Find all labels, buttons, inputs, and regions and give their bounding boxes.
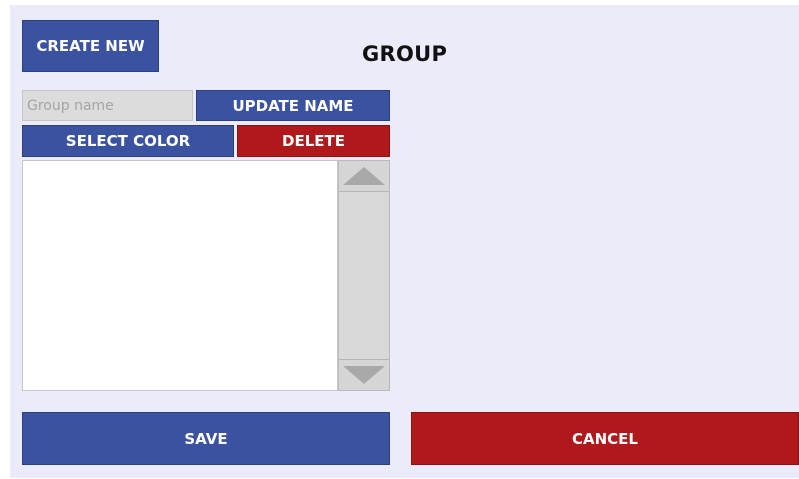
save-button[interactable]: SAVE xyxy=(22,412,390,465)
scroll-up-button[interactable] xyxy=(339,161,389,192)
triangle-up-icon xyxy=(343,167,385,185)
update-name-button[interactable]: UPDATE NAME xyxy=(196,90,390,121)
list-scrollbar[interactable] xyxy=(338,160,390,391)
select-color-button[interactable]: SELECT COLOR xyxy=(22,125,234,157)
create-new-button[interactable]: CREATE NEW xyxy=(22,20,159,72)
scroll-down-button[interactable] xyxy=(339,359,389,390)
triangle-down-icon xyxy=(343,366,385,384)
group-name-input[interactable] xyxy=(22,90,193,121)
page-title: GROUP xyxy=(362,42,448,66)
group-list[interactable] xyxy=(22,160,338,391)
delete-button[interactable]: DELETE xyxy=(237,125,390,157)
cancel-button[interactable]: CANCEL xyxy=(411,412,799,465)
